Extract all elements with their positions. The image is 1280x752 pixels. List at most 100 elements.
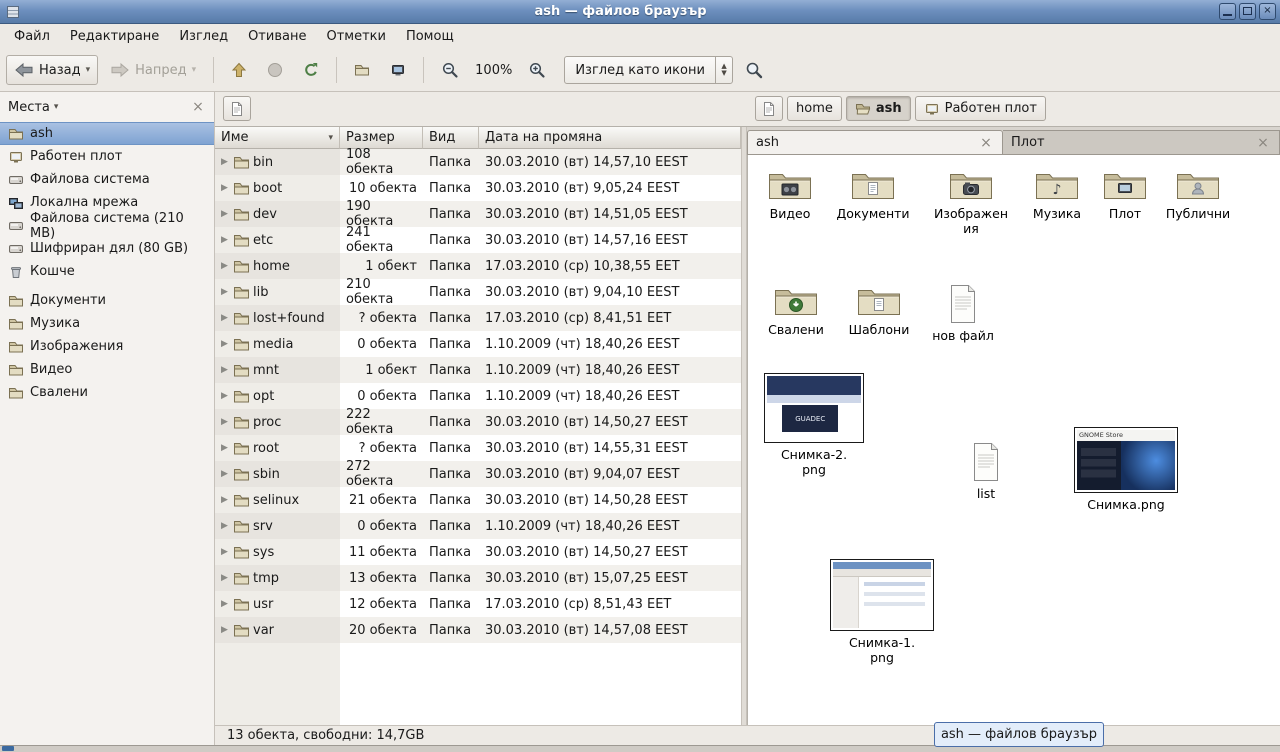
column-header-type[interactable]: Вид bbox=[423, 127, 479, 149]
search-button[interactable] bbox=[737, 55, 771, 85]
left-pane-path-button[interactable] bbox=[223, 96, 251, 121]
icon-item-8[interactable]: нов файл bbox=[921, 283, 1005, 343]
window-icon[interactable] bbox=[4, 3, 22, 21]
sidebar-close-icon[interactable]: × bbox=[190, 100, 206, 114]
icon-item-0[interactable]: Видео bbox=[748, 167, 832, 221]
back-button[interactable]: Назад ▾ bbox=[6, 55, 98, 85]
tree-row-dev[interactable]: ▶ dev190 обектаПапка30.03.2010 (вт) 14,5… bbox=[215, 201, 741, 227]
tree-row-tmp[interactable]: ▶ tmp13 обектаПапка30.03.2010 (вт) 15,07… bbox=[215, 565, 741, 591]
icon-item-11[interactable]: GNOME StoreСнимка.png bbox=[1074, 427, 1178, 512]
list-empty-area[interactable] bbox=[215, 643, 741, 725]
sidebar-item-6[interactable]: Кошче bbox=[0, 260, 214, 283]
menu-item-1[interactable]: Редактиране bbox=[60, 26, 169, 47]
zoom-in-button[interactable] bbox=[520, 55, 554, 85]
expander-icon[interactable]: ▶ bbox=[219, 287, 230, 297]
tree-row-media[interactable]: ▶ media0 обектаПапка1.10.2009 (чт) 18,40… bbox=[215, 331, 741, 357]
tab-0[interactable]: ash× bbox=[747, 130, 1003, 154]
tree-row-srv[interactable]: ▶ srv0 обектаПапка1.10.2009 (чт) 18,40,2… bbox=[215, 513, 741, 539]
sidebar-item-2[interactable]: Файлова система bbox=[0, 168, 214, 191]
maximize-button[interactable] bbox=[1239, 3, 1256, 20]
expander-icon[interactable]: ▶ bbox=[219, 235, 230, 245]
column-header-date[interactable]: Дата на промяна bbox=[479, 127, 741, 149]
expander-icon[interactable]: ▶ bbox=[219, 313, 230, 323]
menu-item-0[interactable]: Файл bbox=[4, 26, 60, 47]
tree-row-bin[interactable]: ▶ bin108 обектаПапка30.03.2010 (вт) 14,5… bbox=[215, 149, 741, 175]
tree-row-boot[interactable]: ▶ boot10 обектаПапка30.03.2010 (вт) 9,05… bbox=[215, 175, 741, 201]
tree-row-opt[interactable]: ▶ opt0 обектаПапка1.10.2009 (чт) 18,40,2… bbox=[215, 383, 741, 409]
icon-item-2[interactable]: Изображения bbox=[929, 167, 1013, 236]
tree-row-lib[interactable]: ▶ lib210 обектаПапка30.03.2010 (вт) 9,04… bbox=[215, 279, 741, 305]
sidebar-item-1[interactable]: Работен плот bbox=[0, 145, 214, 168]
icon-item-1[interactable]: Документи bbox=[831, 167, 915, 221]
sidebar-item-5[interactable]: Шифриран дял (80 GB) bbox=[0, 237, 214, 260]
tree-row-proc[interactable]: ▶ proc222 обектаПапка30.03.2010 (вт) 14,… bbox=[215, 409, 741, 435]
sidebar-item-7[interactable]: Документи bbox=[0, 289, 214, 312]
tree-row-root[interactable]: ▶ root? обектаПапка30.03.2010 (вт) 14,55… bbox=[215, 435, 741, 461]
path-button-root[interactable] bbox=[755, 96, 783, 121]
expander-icon[interactable]: ▶ bbox=[219, 573, 230, 583]
sidebar-item-0[interactable]: ash bbox=[0, 122, 214, 145]
expander-icon[interactable]: ▶ bbox=[219, 469, 230, 479]
tree-row-var[interactable]: ▶ var20 обектаПапка30.03.2010 (вт) 14,57… bbox=[215, 617, 741, 643]
expander-icon[interactable]: ▶ bbox=[219, 417, 230, 427]
expander-icon[interactable]: ▶ bbox=[219, 261, 230, 271]
expander-icon[interactable]: ▶ bbox=[219, 625, 230, 635]
up-button[interactable] bbox=[223, 55, 255, 85]
sidebar-item-9[interactable]: Изображения bbox=[0, 335, 214, 358]
path-button-ash[interactable]: ash bbox=[846, 96, 911, 121]
back-dropdown-icon[interactable]: ▾ bbox=[86, 65, 91, 75]
icon-item-9[interactable]: GUADECСнимка-2.png bbox=[764, 373, 864, 477]
computer-button[interactable] bbox=[382, 55, 414, 85]
tree-row-mnt[interactable]: ▶ mnt1 обектПапка1.10.2009 (чт) 18,40,26… bbox=[215, 357, 741, 383]
zoom-out-button[interactable] bbox=[433, 55, 467, 85]
menu-item-5[interactable]: Помощ bbox=[396, 26, 464, 47]
forward-button[interactable]: Напред ▾ bbox=[102, 55, 204, 85]
column-header-name[interactable]: Име ▾ bbox=[215, 127, 340, 149]
home-button[interactable] bbox=[346, 55, 378, 85]
icon-item-5[interactable]: Публични bbox=[1156, 167, 1240, 221]
close-button[interactable]: × bbox=[1259, 3, 1276, 20]
column-header-size[interactable]: Размер bbox=[340, 127, 423, 149]
tab-1[interactable]: Плот× bbox=[1003, 130, 1280, 154]
icon-item-4[interactable]: Плот bbox=[1083, 167, 1167, 221]
tab-close-icon[interactable]: × bbox=[978, 136, 994, 150]
menu-item-3[interactable]: Отиване bbox=[238, 26, 316, 47]
taskbar-app-icon[interactable] bbox=[2, 746, 14, 751]
expander-icon[interactable]: ▶ bbox=[219, 391, 230, 401]
forward-dropdown-icon[interactable]: ▾ bbox=[192, 65, 197, 75]
spinner-arrows-icon[interactable]: ▲▼ bbox=[715, 57, 731, 83]
sidebar-item-10[interactable]: Видео bbox=[0, 358, 214, 381]
path-button-home[interactable]: home bbox=[787, 96, 842, 121]
expander-icon[interactable]: ▶ bbox=[219, 365, 230, 375]
path-button-Работен плот[interactable]: Работен плот bbox=[915, 96, 1046, 121]
reload-button[interactable] bbox=[295, 55, 327, 85]
icon-view-canvas[interactable]: Видео Документи Изображения ♪Музика Плот… bbox=[747, 155, 1280, 725]
expander-icon[interactable]: ▶ bbox=[219, 209, 230, 219]
expander-icon[interactable]: ▶ bbox=[219, 183, 230, 193]
menu-item-4[interactable]: Отметки bbox=[316, 26, 395, 47]
sidebar-item-8[interactable]: Музика bbox=[0, 312, 214, 335]
taskbar-window-button[interactable]: ash — файлов браузър bbox=[934, 722, 1104, 747]
expander-icon[interactable]: ▶ bbox=[219, 547, 230, 557]
menu-item-2[interactable]: Изглед bbox=[169, 26, 238, 47]
expander-icon[interactable]: ▶ bbox=[219, 599, 230, 609]
stop-button[interactable] bbox=[259, 55, 291, 85]
tree-row-sys[interactable]: ▶ sys11 обектаПапка30.03.2010 (вт) 14,50… bbox=[215, 539, 741, 565]
tree-row-lost+found[interactable]: ▶ lost+found? обектаПапка17.03.2010 (ср)… bbox=[215, 305, 741, 331]
expander-icon[interactable]: ▶ bbox=[219, 443, 230, 453]
sidebar-item-11[interactable]: Свалени bbox=[0, 381, 214, 404]
sidebar-item-4[interactable]: Файлова система (210 MB) bbox=[0, 214, 214, 237]
icon-item-6[interactable]: Свалени bbox=[754, 283, 838, 337]
minimize-button[interactable] bbox=[1219, 3, 1236, 20]
icon-item-7[interactable]: Шаблони bbox=[837, 283, 921, 337]
expander-icon[interactable]: ▶ bbox=[219, 157, 230, 167]
icon-item-10[interactable]: list bbox=[944, 441, 1028, 501]
tree-row-etc[interactable]: ▶ etc241 обектаПапка30.03.2010 (вт) 14,5… bbox=[215, 227, 741, 253]
icon-item-12[interactable]: Снимка-1.png bbox=[830, 559, 934, 665]
tree-row-selinux[interactable]: ▶ selinux21 обектаПапка30.03.2010 (вт) 1… bbox=[215, 487, 741, 513]
expander-icon[interactable]: ▶ bbox=[219, 339, 230, 349]
chevron-down-icon[interactable]: ▾ bbox=[54, 102, 190, 112]
view-mode-select[interactable]: Изглед като икони ▲▼ bbox=[564, 56, 732, 84]
tree-row-sbin[interactable]: ▶ sbin272 обектаПапка30.03.2010 (вт) 9,0… bbox=[215, 461, 741, 487]
tab-close-icon[interactable]: × bbox=[1255, 136, 1271, 150]
